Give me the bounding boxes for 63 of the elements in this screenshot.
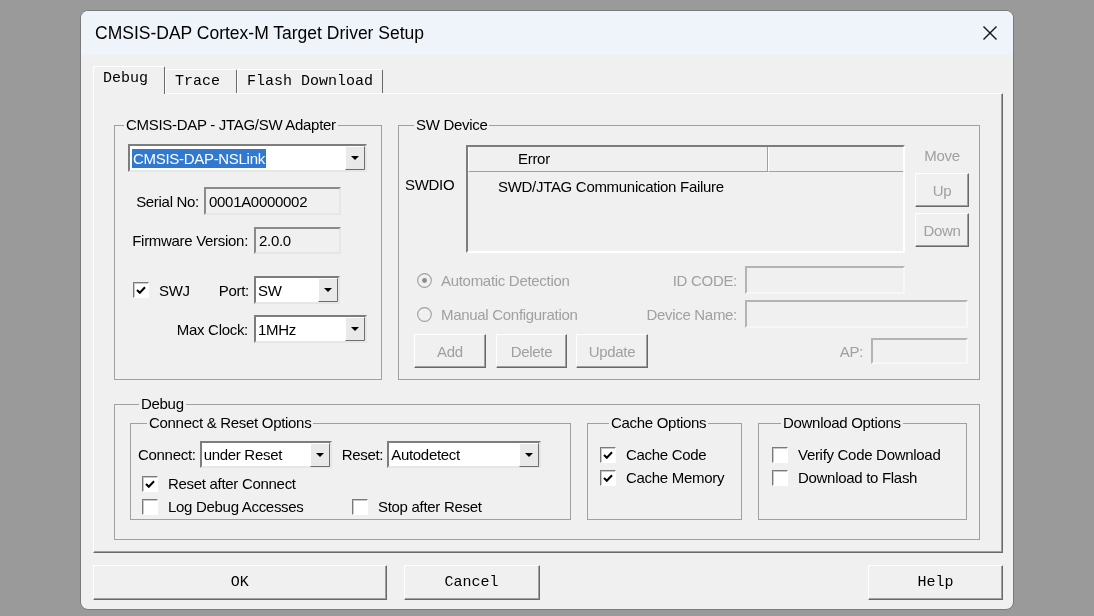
group-title: Cache Options (610, 414, 708, 432)
checkbox-label[interactable]: SWJ (159, 281, 190, 299)
tab[interactable]: Debug (93, 66, 165, 94)
dropdown[interactable]: SW (254, 276, 340, 304)
caret-down-icon (519, 442, 540, 467)
tab[interactable]: Trace (165, 69, 237, 93)
checkbox-label[interactable]: Cache Code (626, 446, 707, 463)
field-label: Max Clock: (175, 320, 248, 338)
field-label: Port: (217, 281, 249, 299)
checkbox[interactable] (600, 446, 616, 463)
group-title: Debug (140, 395, 185, 413)
caret-down-icon (345, 317, 365, 341)
checkmark-icon (136, 286, 146, 294)
group-title: Connect & Reset Options (148, 414, 313, 432)
field-label: Device Name: (646, 305, 737, 323)
checkbox[interactable] (352, 498, 368, 515)
checkbox[interactable] (142, 475, 158, 492)
checkmark-icon (603, 473, 613, 482)
window-title: CMSIS-DAP Cortex-M Target Driver Setup (95, 22, 425, 44)
table-cell-text: SWD/JTAG Communication Failure (497, 177, 724, 195)
close-icon (983, 26, 997, 40)
dialog-button[interactable]: Cancel (403, 565, 540, 600)
checkbox[interactable] (133, 282, 149, 298)
group-title: Download Options (782, 414, 902, 432)
checkbox-label[interactable]: Log Debug Accesses (168, 498, 304, 515)
caret-down-icon (309, 442, 330, 467)
checkmark-icon (145, 479, 155, 488)
caret-down-icon (345, 146, 365, 170)
checkbox-label[interactable]: Cache Memory (626, 469, 725, 486)
input-field[interactable] (871, 338, 968, 364)
checkbox[interactable] (772, 446, 788, 463)
checkbox-label[interactable]: Reset after Connect (168, 475, 296, 492)
column-header[interactable]: Error (468, 147, 768, 172)
input-field[interactable] (745, 300, 968, 328)
field-label: Reset: (341, 446, 384, 463)
field-label: SWDIO (405, 176, 456, 193)
input-field[interactable] (745, 266, 905, 294)
checkmark-icon (603, 450, 613, 459)
field-label: Connect: (138, 446, 196, 463)
checkbox[interactable] (600, 469, 616, 486)
dialog-button[interactable]: OK (93, 565, 387, 600)
checkbox-label[interactable]: Download to Flash (798, 469, 918, 486)
checkbox-label[interactable]: Verify Code Download (798, 446, 941, 463)
field-label: Firmware Version: (131, 232, 248, 249)
group-title: SW Device (415, 116, 489, 134)
checkbox[interactable] (772, 469, 788, 486)
dialog-button[interactable]: Help (868, 565, 1003, 600)
column-header[interactable] (768, 147, 903, 172)
checkbox-label[interactable]: Stop after Reset (378, 498, 482, 515)
tab[interactable]: Flash Download (237, 69, 384, 93)
group-title: CMSIS-DAP - JTAG/SW Adapter (125, 116, 337, 134)
text-field[interactable]: 2.0.0 (254, 227, 341, 254)
checkbox[interactable] (142, 498, 158, 515)
dropdown[interactable]: 1MHz (254, 315, 367, 343)
dropdown[interactable]: under Reset (199, 441, 332, 468)
text-field[interactable]: 0001A0000002 (204, 187, 341, 215)
field-label: Serial No: (135, 192, 199, 210)
field-label: Move (923, 146, 961, 166)
field-label: AP: (839, 342, 863, 360)
dropdown[interactable]: CMSIS-DAP-NSLink (128, 144, 367, 172)
caret-down-icon (318, 278, 338, 302)
field-label: ID CODE: (672, 271, 737, 289)
dropdown[interactable]: Autodetect (387, 441, 542, 468)
